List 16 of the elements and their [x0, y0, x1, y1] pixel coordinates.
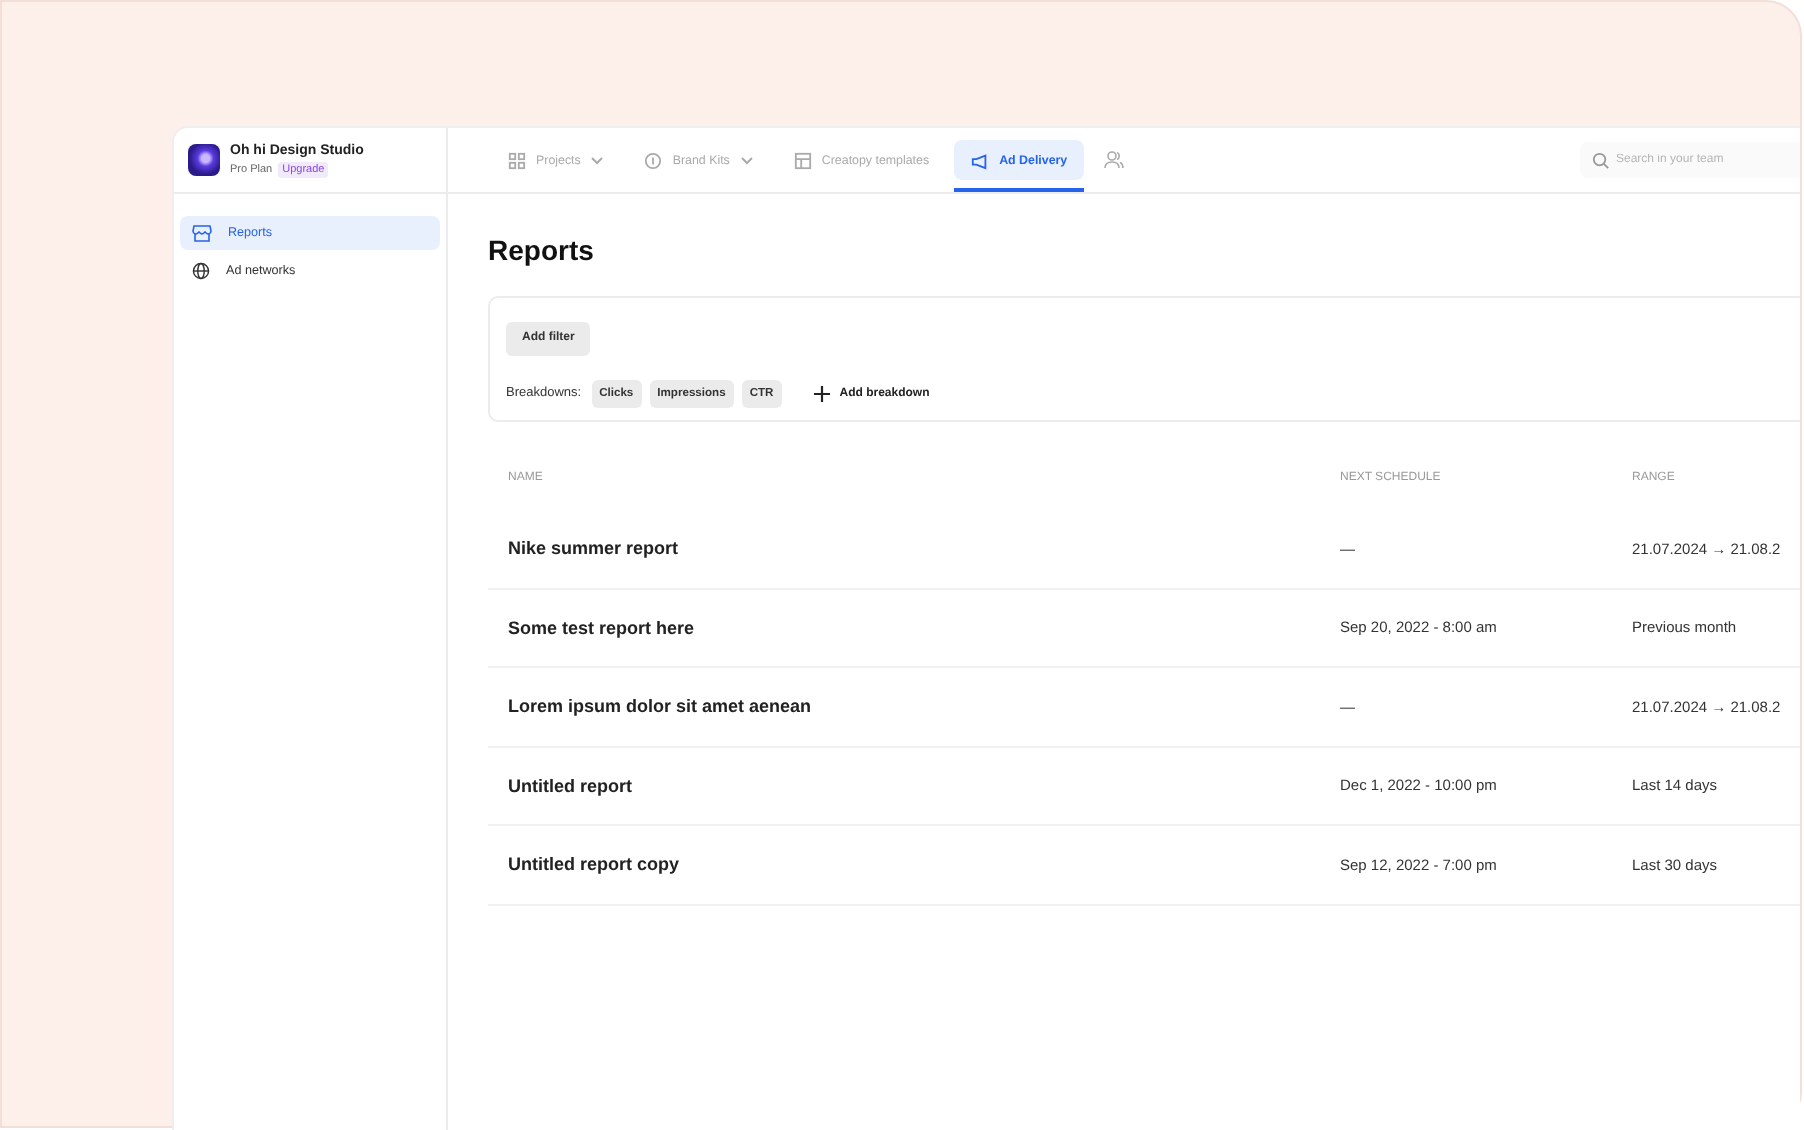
table-cell-text: Untitled report copy — [508, 854, 682, 875]
workspace-logo-icon — [188, 144, 220, 176]
coin-icon — [644, 151, 663, 169]
page-title: Reports — [488, 234, 596, 266]
table-cell-text: Untitled report — [508, 775, 634, 796]
grid-icon — [508, 151, 526, 169]
people-icon[interactable] — [1103, 150, 1124, 170]
megaphone-icon — [969, 151, 990, 169]
globe-icon — [192, 262, 210, 280]
table-cell-text: Some test report here — [508, 617, 697, 638]
plus-icon — [813, 385, 830, 401]
table-cell-text: Lorem ipsum dolor sit amet aenean — [508, 696, 814, 717]
table-cell-text: Nike summer report — [508, 538, 681, 559]
template-icon — [793, 151, 812, 169]
search-icon — [1592, 152, 1610, 170]
store-icon — [192, 224, 212, 242]
